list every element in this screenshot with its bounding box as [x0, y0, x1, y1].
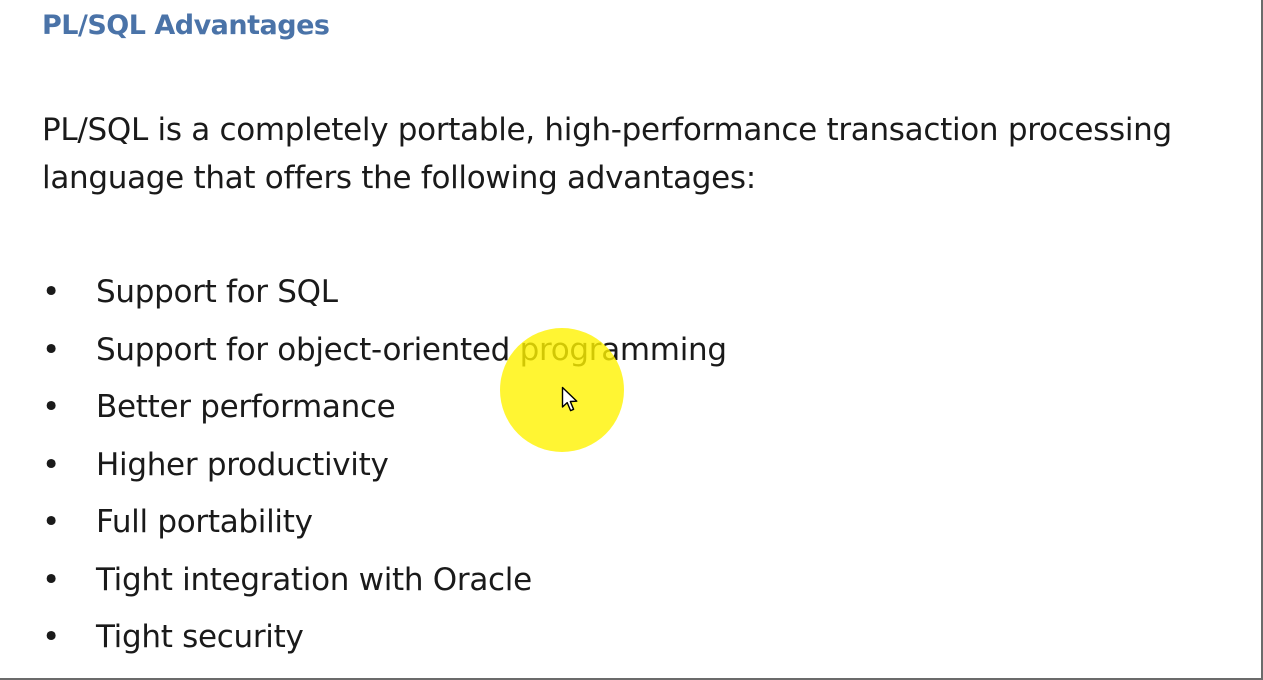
bullet-icon: •	[42, 619, 60, 655]
bullet-icon: •	[42, 389, 60, 425]
list-item-text: Support for object-oriented programming	[96, 331, 727, 368]
list-item-text: Better performance	[96, 389, 396, 425]
bullet-icon: •	[42, 331, 60, 368]
list-item-text: Full portability	[96, 504, 313, 540]
mouse-pointer-icon	[561, 386, 578, 412]
list-item-text: Tight security	[96, 619, 304, 655]
bullet-icon: •	[42, 274, 60, 310]
list-item-text: Higher productivity	[96, 446, 389, 483]
list-item-text: Tight integration with Oracle	[96, 561, 532, 598]
bullet-icon: •	[42, 446, 60, 483]
bullet-icon: •	[42, 561, 60, 598]
intro-paragraph: PL/SQL is a completely portable, high-pe…	[42, 112, 1172, 196]
bullet-icon: •	[42, 504, 60, 540]
slide-heading: PL/SQL Advantages	[42, 10, 330, 41]
list-item-text: Support for SQL	[96, 274, 338, 310]
slide: PL/SQL Advantages PL/SQL is a completely…	[0, 0, 1263, 680]
